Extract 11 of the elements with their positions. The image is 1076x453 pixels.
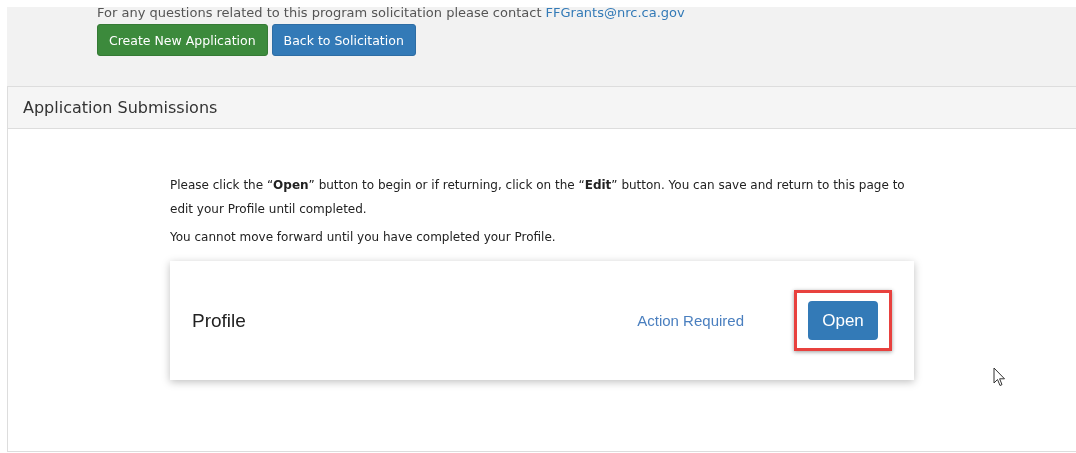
mouse-cursor-icon: [993, 367, 1007, 387]
contact-text: For any questions related to this program solicitation please contact: [97, 5, 542, 20]
panel-title: Application Submissions: [23, 98, 218, 117]
create-application-button[interactable]: Create New Application: [97, 24, 268, 56]
instruction-text: You cannot move forward until you have completed your Profile.: [170, 229, 557, 246]
status-link[interactable]: Action Required: [637, 312, 744, 329]
instruction-text: Please click the “Open” button to begin or if returning, click on the “Edit” button. You can save and return to this page to edit your Profile until completed.: [170, 177, 906, 218]
back-button[interactable]: Back to Solicitation: [271, 24, 416, 56]
item-name: Profile: [192, 309, 247, 332]
open-button[interactable]: Open: [808, 301, 878, 340]
email-link[interactable]: FFGrants@nrc.ca.gov: [545, 5, 685, 20]
